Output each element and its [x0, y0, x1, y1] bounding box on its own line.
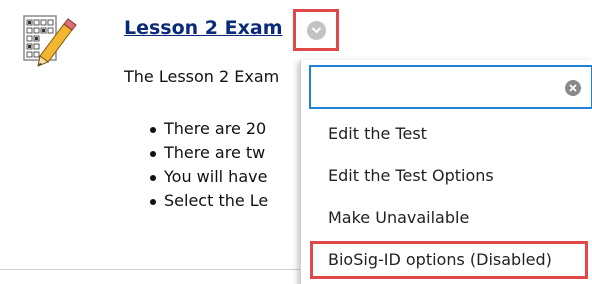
- content-page: Lesson 2 Exam The Lesson 2 Exam There ar…: [0, 0, 592, 284]
- menu-item-biosig-options[interactable]: BioSig-ID options (Disabled): [310, 241, 588, 279]
- list-item: There are 20: [148, 117, 268, 141]
- menu-item-edit-test-options[interactable]: Edit the Test Options: [328, 166, 494, 185]
- test-pencil-icon: [20, 12, 78, 70]
- menu-item-edit-test[interactable]: Edit the Test: [328, 124, 427, 143]
- clear-circle-icon[interactable]: [565, 80, 581, 96]
- list-item: There are tw: [148, 141, 268, 165]
- description-bullet-list: There are 20 There are tw You will have …: [148, 117, 268, 213]
- item-description: The Lesson 2 Exam: [124, 67, 280, 86]
- menu-search-box: [309, 65, 592, 109]
- menu-search-input[interactable]: [319, 75, 553, 101]
- list-item: Select the Le: [148, 189, 268, 213]
- options-menu-button[interactable]: [293, 9, 339, 51]
- item-title-link[interactable]: Lesson 2 Exam: [124, 17, 283, 39]
- item-divider: [0, 269, 300, 270]
- menu-item-make-unavailable[interactable]: Make Unavailable: [328, 208, 469, 227]
- chevron-down-circle-icon: [306, 20, 326, 40]
- options-dropdown-menu: Edit the Test Edit the Test Options Make…: [300, 60, 592, 284]
- list-item: You will have: [148, 165, 268, 189]
